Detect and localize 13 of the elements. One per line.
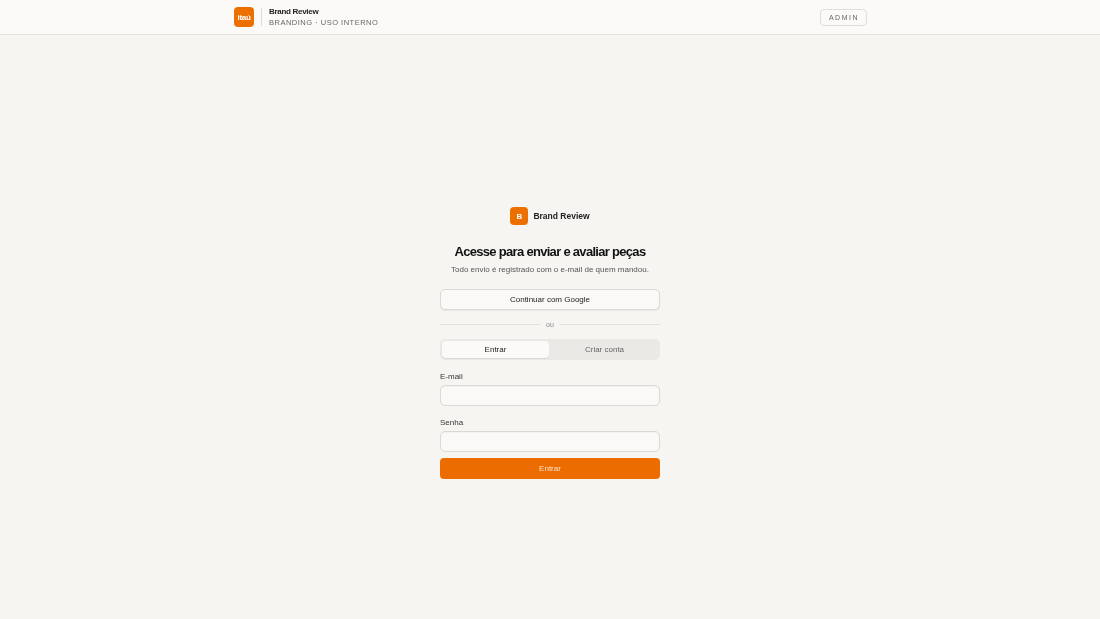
- app-badge: B: [510, 207, 529, 225]
- login-heading: Acesse para enviar e avaliar peças: [454, 244, 646, 260]
- app-name: Brand Review: [533, 211, 590, 221]
- logo: itaú: [234, 7, 254, 27]
- input-field[interactable]: [440, 431, 660, 452]
- field-label: E-mail: [440, 372, 463, 382]
- tab[interactable]: Criar conta: [551, 341, 658, 358]
- app-title: Brand Review: [269, 7, 320, 17]
- google-sign-in-button[interactable]: Continuar com Google: [440, 289, 660, 310]
- login-subtitle: Todo envio é registrado com o e-mail de quem mandou.: [451, 265, 649, 275]
- field-label: Senha: [440, 418, 464, 428]
- input-field[interactable]: [440, 385, 660, 406]
- tab[interactable]: Entrar: [442, 341, 549, 358]
